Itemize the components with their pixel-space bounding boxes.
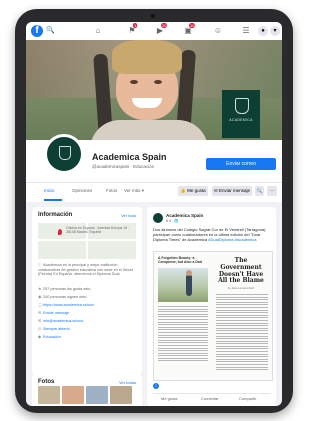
post-like-button[interactable]: Me gusta [161, 396, 177, 401]
newspaper-right-headline: The Government Doesn't Have All the Blam… [218, 257, 264, 285]
post-actions-bar: Me gusta Comentar Compartir [153, 393, 271, 404]
newspaper-left-text [158, 306, 208, 363]
more-options-icon[interactable]: ··· [267, 186, 277, 196]
cover-person-hair [112, 40, 182, 74]
page-header: Academica Spain @academicaspain · Educac… [26, 134, 282, 202]
post-timestamp[interactable]: 8 d · 🌐 [166, 219, 178, 223]
post-hashtags[interactable]: #DualDiploma #Academica [208, 237, 256, 242]
newspaper-byline: by Jana Herrera Ruiz [227, 286, 255, 290]
about-title: Información [38, 212, 73, 218]
screen: f 🔍 ⌂ ⚑ 1 ▶ 20 ▣ 10 ☺ ☰ ● ▾ ACADEMICA Ac… [26, 22, 282, 406]
academica-crest-icon [235, 98, 249, 114]
like-reaction-icon: ✓ [153, 383, 159, 389]
page-title: Academica Spain [92, 152, 167, 162]
video-icon[interactable]: ▶ 20 [154, 23, 168, 36]
academica-crest-icon [59, 146, 71, 160]
followers-row: ◉ 240 personas siguen esto [38, 295, 87, 299]
post-author-avatar[interactable] [153, 213, 163, 223]
location-map[interactable]: Oficina en Espana · Avenida Europa 15 · … [38, 223, 136, 259]
newspaper-left-headline: A Forgotten Beauty: a Conqueror, but Als… [158, 256, 203, 264]
tab-photos[interactable]: Fotos [106, 188, 117, 193]
notifications-icon[interactable]: ● [258, 26, 268, 36]
notification-badge: 1 [133, 23, 138, 28]
map-pin-icon [58, 229, 62, 235]
tab-home[interactable]: Inicio [44, 188, 55, 193]
active-tab-indicator [44, 199, 62, 201]
cover-person-eye [130, 80, 138, 84]
post-comment-button[interactable]: Comentar [201, 396, 219, 401]
photo-thumbnail[interactable] [62, 386, 84, 404]
newspaper-photo-person [186, 274, 192, 296]
about-see-all-link[interactable]: Ver todo [121, 213, 136, 218]
photo-thumbnail[interactable] [86, 386, 108, 404]
newspaper-photo-person-head [186, 270, 192, 276]
post-image-newspaper[interactable]: A Forgotten Beauty: a Conqueror, but Als… [153, 251, 273, 381]
category-row[interactable]: ◆ Educación [38, 335, 138, 340]
email-link[interactable]: ✉ info@academica.school [38, 319, 138, 324]
hours-row[interactable]: ◷ Siempre abierto [38, 327, 138, 332]
store-icon[interactable]: ▣ 10 [182, 23, 196, 36]
post-share-button[interactable]: Compartir [239, 396, 257, 401]
account-icon[interactable]: ▾ [270, 26, 280, 36]
groups-icon[interactable]: ☺ [212, 26, 224, 36]
facebook-logo[interactable]: f [31, 25, 43, 37]
notification-badge: 20 [161, 23, 168, 28]
search-icon[interactable]: 🔍 [46, 26, 56, 36]
page-avatar[interactable] [44, 134, 84, 174]
flag-icon[interactable]: ⚑ 1 [126, 23, 138, 36]
cover-person-shirt [90, 120, 208, 140]
sign-text: ACADEMICA [229, 118, 253, 122]
tab-more[interactable]: Ver más ▾ [124, 188, 144, 194]
message-link[interactable]: ✉ Enviar mensaje [38, 311, 138, 316]
page-tabs: Inicio Opiniones Fotos Ver más ▾ 👍 Me gu… [26, 182, 282, 201]
likes-row: ★ 257 personas les gusta esto [38, 287, 91, 291]
photos-see-all-link[interactable]: Ver todas [119, 380, 136, 385]
notification-badge: 10 [189, 23, 196, 28]
post-author-name[interactable]: Academica Spain [166, 213, 203, 218]
like-page-button[interactable]: 👍 Me gusta [178, 186, 208, 196]
camera [151, 14, 155, 18]
tab-reviews[interactable]: Opiniones [72, 188, 92, 193]
search-icon[interactable]: 🔍 [255, 186, 264, 196]
website-link[interactable]: ◯https://www.academica.school [38, 303, 138, 308]
post-text: Dos alumnos del Colegio Sagrat Cor de El… [153, 227, 266, 242]
page-subtitle: @academicaspain · Educación [92, 164, 155, 169]
send-message-button[interactable]: ✉ Enviar mensaje [212, 186, 252, 196]
map-address: Oficina en Espana · Avenida Europa 15 · … [66, 226, 130, 235]
photos-title: Fotos [38, 379, 55, 385]
about-card: Información Ver todo Oficina en Espana ·… [32, 207, 142, 375]
newspaper-photo [158, 268, 208, 302]
cover-photo: ACADEMICA [26, 40, 282, 140]
cover-person-eye [154, 80, 162, 84]
photo-thumbnail[interactable] [110, 386, 132, 404]
academica-sign: ACADEMICA [222, 90, 260, 138]
menu-icon[interactable]: ☰ [240, 26, 252, 36]
page-description: ⓘAcademica es la principal y mejor insti… [38, 263, 133, 276]
top-navigation-bar: f 🔍 ⌂ ⚑ 1 ▶ 20 ▣ 10 ☺ ☰ ● ▾ [26, 22, 282, 41]
newspaper-right-text [216, 294, 268, 372]
post-card: Academica Spain 8 d · 🌐 Dos alumnos del … [147, 207, 276, 406]
photos-card: Fotos Ver todas [32, 374, 142, 406]
home-icon[interactable]: ⌂ [92, 26, 104, 36]
post-reactions[interactable]: ✓ [153, 383, 271, 391]
photo-thumbnail[interactable] [38, 386, 60, 404]
send-email-button[interactable]: Enviar correo [206, 158, 276, 170]
